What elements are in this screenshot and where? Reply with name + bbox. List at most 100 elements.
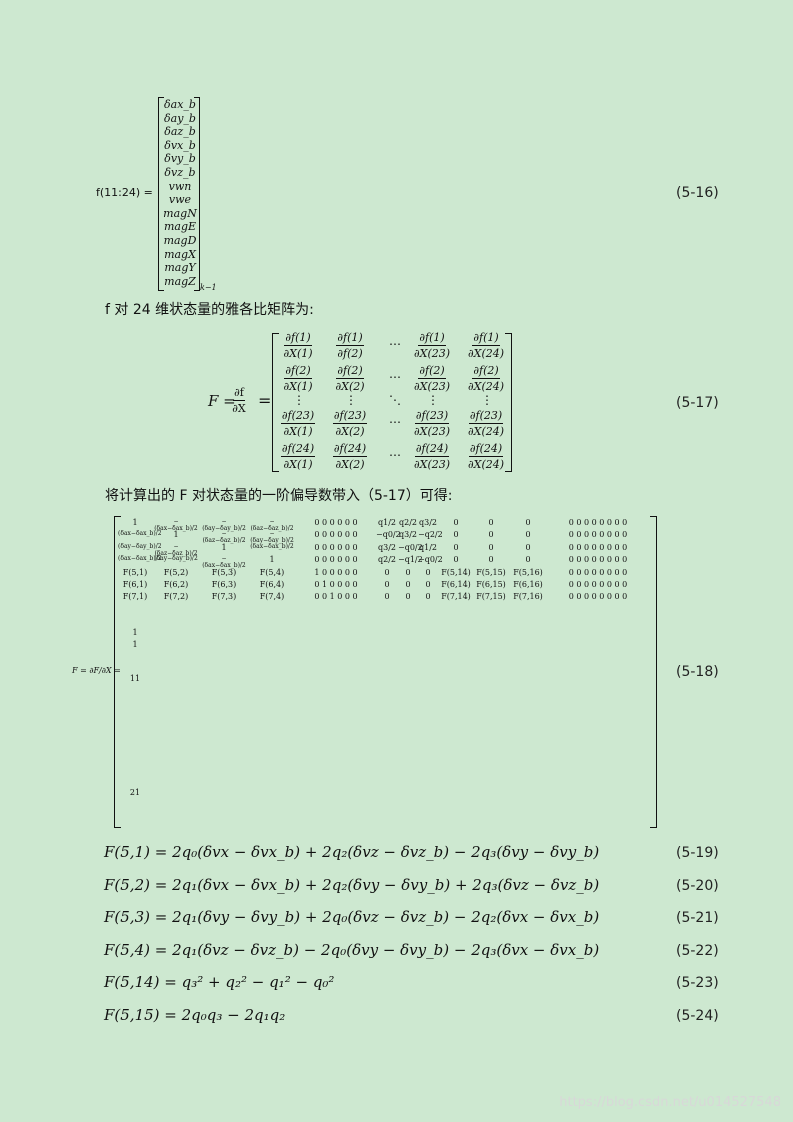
equation-text: F(5,2) = 2q₁(δvx − δvx_b) + 2q₂(δvy − δv…	[104, 875, 600, 894]
vector-entry: δax_b	[164, 98, 196, 111]
equation-text: F(5,15) = 2q₀q₃ − 2q₁q₂	[104, 1005, 286, 1024]
matrix-entry: F(7,15)	[476, 592, 506, 602]
jacobian-entry: ∂f(23) ∂X(2)	[332, 409, 368, 438]
matrix-entry: F(6,2)	[163, 580, 189, 589]
matrix-entry: −q1/2	[398, 555, 423, 565]
eq516-lhs: f(11:24) =	[96, 186, 153, 199]
matrix-entry: 0 0 0 0 0 0	[314, 518, 358, 527]
matrix-entry: F(7,3)	[211, 592, 237, 602]
matrix-ellipsis: ⋯	[389, 448, 401, 462]
matrix-entry: F(7,2)	[163, 592, 189, 602]
matrix-entry: 0	[488, 530, 494, 540]
matrix-entry: q3/2	[419, 518, 437, 527]
matrix-entry: F(5,4)	[259, 567, 285, 577]
matrix-entry: F(5,14)	[441, 567, 471, 577]
equation-number: (5-23)	[676, 975, 719, 991]
matrix-ellipsis: ⋮	[427, 393, 439, 407]
matrix-entry: F(5,3)	[211, 567, 237, 577]
matrix-entry: 0	[425, 580, 431, 589]
equation-number: (5-19)	[676, 845, 719, 861]
jacobian-entry: ∂f(23) ∂X(1)	[280, 409, 316, 438]
matrix-row-label: 1	[132, 640, 138, 649]
matrix-entry: 0 0 0 0 0 0 0 0	[568, 580, 628, 589]
matrix-entry: 0	[525, 518, 531, 527]
matrix-ellipsis: ⋯	[389, 370, 401, 384]
equation-text: F(5,4) = 2q₁(δvz − δvz_b) − 2q₀(δvy − δv…	[104, 940, 600, 959]
eq516-number: (5-16)	[676, 185, 719, 201]
matrix-entry: 0	[384, 567, 390, 577]
matrix-entry: F(7,14)	[441, 592, 471, 602]
jacobian-entry: ∂f(2) ∂X(2)	[335, 364, 365, 393]
jacobian-entry: ∂f(24) ∂X(2)	[332, 442, 368, 471]
matrix-entry: 0	[488, 542, 494, 552]
matrix-entry: 0 0 0 0 0 0 0 0	[568, 542, 628, 552]
matrix-entry: 0 0 1 0 0 0	[314, 592, 358, 602]
matrix-entry: q1/2	[378, 518, 396, 527]
matrix-entry: F(5,2)	[163, 567, 189, 577]
vector-entry: vwn	[168, 179, 192, 193]
jacobian-entry: ∂f(23) ∂X(23)	[413, 409, 451, 438]
jacobian-entry: ∂f(23) ∂X(24)	[467, 409, 505, 438]
matrix-entry: 1	[269, 555, 275, 565]
matrix-entry: −q2/2	[418, 530, 443, 540]
vector-entry: δay_b	[164, 111, 196, 125]
vector-entry: δaz_b	[164, 125, 196, 139]
matrix-entry: q3/2	[399, 530, 417, 540]
matrix-entry: 0 0 0 0 0 0	[314, 530, 358, 540]
matrix-entry: (δax−δax_b)/2	[118, 555, 162, 563]
matrix-entry: F(5,16)	[513, 567, 543, 577]
jacobian-entry: ∂f(24) ∂X(24)	[467, 442, 505, 471]
matrix-entry: 0	[425, 592, 431, 602]
matrix-entry: F(6,1)	[122, 580, 148, 589]
matrix-entry: q2/2	[378, 555, 396, 565]
vector-entry: vwe	[168, 193, 192, 207]
matrix-ellipsis: ⋯	[389, 415, 401, 429]
matrix-entry: 0	[488, 555, 494, 565]
matrix-entry: q2/2	[399, 518, 417, 527]
matrix-entry: 0	[384, 592, 390, 602]
matrix-entry: 0	[453, 530, 459, 540]
matrix-entry: 0	[405, 592, 411, 602]
matrix-ellipsis: ⋮	[293, 393, 305, 407]
matrix-entry: 0 0 0 0 0 0 0 0	[568, 518, 628, 527]
vector-entry: δvy_b	[164, 152, 196, 166]
matrix-entry: F(6,3)	[211, 580, 237, 589]
jacobian-entry: ∂f(24) ∂X(23)	[413, 442, 451, 471]
matrix-entry: 0	[488, 518, 494, 527]
matrix-ellipsis: ⋱	[389, 393, 401, 407]
matrix-entry: 0 0 0 0 0 0 0 0	[568, 555, 628, 565]
matrix-entry: (δay−δay_b)/2	[154, 555, 198, 563]
matrix-entry: 1	[173, 530, 179, 540]
matrix-entry: 0	[453, 542, 459, 552]
vector-entry: magY	[164, 261, 196, 275]
matrix-entry: 0	[425, 567, 431, 577]
matrix-entry: 0	[525, 555, 531, 565]
matrix-row-label: 11	[129, 674, 141, 683]
matrix-entry: (δax−δax_b)/2	[250, 542, 294, 550]
equation-text: F(5,1) = 2q₀(δvx − δvx_b) + 2q₂(δvz − δv…	[104, 843, 600, 861]
equation-number: (5-22)	[676, 942, 719, 959]
matrix-entry: 0	[525, 542, 531, 552]
matrix-row-label: 1	[132, 628, 138, 637]
matrix-entry: F(6,15)	[476, 580, 506, 589]
equation-number: (5-20)	[676, 877, 719, 894]
matrix-entry: 0	[405, 580, 411, 589]
matrix-entry: −q0/2	[398, 542, 423, 552]
matrix-entry: F(6,14)	[441, 580, 471, 589]
vector-entry: magD	[163, 234, 197, 247]
eq516-subscript: k−1	[200, 283, 217, 292]
paragraph-jacobian-intro: f 对 24 维状态量的雅各比矩阵为:	[105, 302, 314, 318]
jacobian-entry: ∂f(24) ∂X(1)	[280, 442, 316, 471]
matrix-entry: 1	[132, 518, 138, 527]
matrix-entry: F(5,15)	[476, 567, 506, 577]
eq516-vector: δax_b δay_b δaz_b δvx_b δvy_b δvz_b vwn vwe magN…	[158, 97, 200, 291]
jacobian-entry: ∂f(2) ∂X(1)	[283, 364, 313, 393]
matrix-entry: 1 0 0 0 0 0	[314, 567, 358, 577]
matrix-entry: F(7,1)	[122, 592, 148, 602]
matrix-entry: 0 0 0 0 0 0	[314, 555, 358, 565]
jacobian-entry: ∂f(2) ∂X(23)	[413, 364, 451, 393]
matrix-entry: F(6,16)	[513, 580, 543, 589]
vector-entry: magE	[163, 220, 197, 234]
matrix-ellipsis: ⋮	[345, 393, 357, 407]
matrix-entry: 0	[384, 580, 390, 589]
